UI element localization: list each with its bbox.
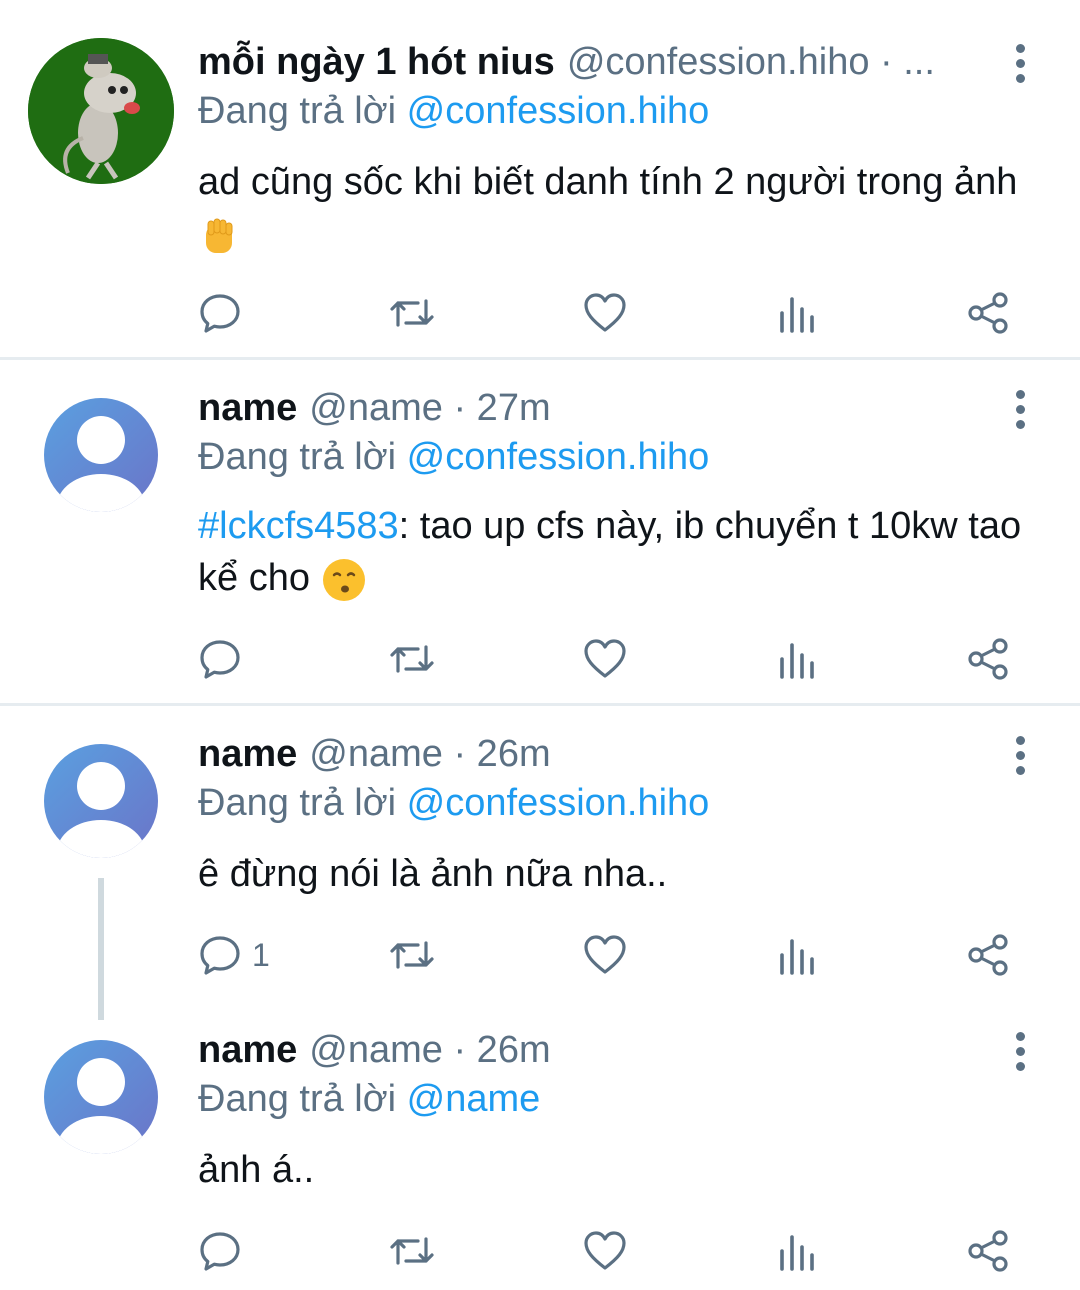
- retweet-button[interactable]: [386, 930, 438, 980]
- retweet-button[interactable]: [386, 288, 438, 338]
- retweet-icon: [390, 645, 434, 673]
- handle-and-time: @name · 27m: [309, 386, 551, 429]
- retweet-icon: [390, 1237, 434, 1265]
- more-options-button[interactable]: [1010, 1032, 1030, 1082]
- default-avatar-icon: [57, 762, 145, 858]
- more-vertical-icon: [1015, 390, 1025, 399]
- more-vertical-icon: [1015, 44, 1025, 53]
- display-name[interactable]: mỗi ngày 1 hót nius: [198, 41, 555, 84]
- tweet-3[interactable]: name @name · 26m Đang trả lời @confessio…: [0, 706, 1080, 1006]
- retweet-button[interactable]: [386, 1226, 438, 1276]
- heart-icon: [584, 639, 626, 678]
- more-options-button[interactable]: [1010, 390, 1030, 440]
- replying-label: Đang trả lời: [198, 436, 397, 478]
- replying-label: Đang trả lời: [198, 782, 397, 824]
- handle-and-time: @name · 26m: [309, 732, 551, 775]
- tweet-text: #lckcfs4583: tao up cfs này, ib chuyển t…: [198, 500, 1048, 604]
- avatar[interactable]: [44, 1040, 158, 1154]
- tweet-actions: [198, 1226, 1018, 1276]
- display-name[interactable]: name: [198, 387, 297, 430]
- tweet-text-content: ảnh á..: [198, 1149, 315, 1191]
- tweet-text-content: ad cũng sốc khi biết danh tính 2 người t…: [198, 161, 1018, 203]
- reply-button[interactable]: [198, 288, 252, 338]
- like-button[interactable]: [582, 288, 628, 338]
- analytics-button[interactable]: [776, 634, 816, 684]
- reply-icon: [200, 1232, 240, 1271]
- reply-icon: [200, 294, 240, 333]
- heart-icon: [584, 935, 626, 974]
- display-name[interactable]: name: [198, 733, 297, 776]
- replying-mention-link[interactable]: @confession.hiho: [407, 782, 710, 824]
- share-icon: [968, 292, 1008, 334]
- heart-icon: [584, 293, 626, 332]
- tweet-1[interactable]: mỗi ngày 1 hót nius @confession.hiho · .…: [0, 0, 1080, 358]
- reply-button[interactable]: [198, 1226, 252, 1276]
- replying-mention-link[interactable]: @confession.hiho: [407, 436, 710, 478]
- replying-to: Đang trả lời @confession.hiho: [198, 436, 709, 479]
- tweet-text: ad cũng sốc khi biết danh tính 2 người t…: [198, 156, 1048, 260]
- tweet-text-content: ê đừng nói là ảnh nữa nha..: [198, 853, 668, 895]
- avatar[interactable]: [44, 398, 158, 512]
- hashtag-link[interactable]: #lckcfs4583: [198, 505, 399, 547]
- replying-to: Đang trả lời @confession.hiho: [198, 90, 709, 133]
- tweet-text: ê đừng nói là ảnh nữa nha..: [198, 848, 1048, 900]
- default-avatar-icon: [57, 416, 145, 512]
- share-icon: [968, 638, 1008, 680]
- analytics-icon: [780, 939, 814, 975]
- analytics-button[interactable]: [776, 288, 816, 338]
- analytics-button[interactable]: [776, 930, 816, 980]
- display-name[interactable]: name: [198, 1029, 297, 1072]
- retweet-icon: [390, 941, 434, 969]
- more-options-button[interactable]: [1010, 44, 1030, 94]
- replying-to: Đang trả lời @confession.hiho: [198, 782, 709, 825]
- avatar[interactable]: [44, 744, 158, 858]
- tweet-header: mỗi ngày 1 hót nius @confession.hiho · .…: [198, 34, 998, 90]
- handle-and-time: @name · 26m: [309, 1028, 551, 1071]
- replying-mention-link[interactable]: @name: [407, 1078, 541, 1120]
- tweet-actions: [198, 288, 1018, 338]
- share-icon: [968, 934, 1008, 976]
- share-button[interactable]: [966, 288, 1010, 338]
- tweet-header: name @name · 27m: [198, 380, 998, 436]
- retweet-button[interactable]: [386, 634, 438, 684]
- rat-avatar-image: [28, 38, 174, 184]
- reply-icon: [200, 936, 240, 975]
- analytics-button[interactable]: [776, 1226, 816, 1276]
- analytics-icon: [780, 297, 814, 333]
- like-button[interactable]: [582, 930, 628, 980]
- analytics-icon: [780, 1235, 814, 1271]
- replying-mention-link[interactable]: @confession.hiho: [407, 90, 710, 132]
- more-vertical-icon: [1015, 1032, 1025, 1041]
- replying-to: Đang trả lời @name: [198, 1078, 540, 1121]
- share-icon: [968, 1230, 1008, 1272]
- tweet-4[interactable]: name @name · 26m Đang trả lời @name ảnh …: [0, 1002, 1080, 1290]
- more-options-button[interactable]: [1010, 736, 1030, 786]
- reply-button[interactable]: 1: [198, 930, 270, 980]
- share-button[interactable]: [966, 930, 1010, 980]
- share-button[interactable]: [966, 1226, 1010, 1276]
- reply-count: 1: [252, 936, 270, 973]
- default-avatar-icon: [57, 1058, 145, 1154]
- share-button[interactable]: [966, 634, 1010, 684]
- replying-label: Đang trả lời: [198, 90, 397, 132]
- handle-and-time: @confession.hiho · ...: [566, 40, 935, 83]
- tweet-actions: 1: [198, 930, 1018, 980]
- avatar[interactable]: [28, 38, 174, 184]
- tweet-actions: [198, 634, 1018, 684]
- reply-icon: [200, 640, 240, 679]
- tweet-header: name @name · 26m: [198, 1022, 998, 1078]
- reply-button[interactable]: [198, 634, 252, 684]
- replying-label: Đang trả lời: [198, 1078, 397, 1120]
- tweet-header: name @name · 26m: [198, 726, 998, 782]
- heart-icon: [584, 1231, 626, 1270]
- tweet-text: ảnh á..: [198, 1144, 1048, 1196]
- like-button[interactable]: [582, 634, 628, 684]
- tweet-2[interactable]: name @name · 27m Đang trả lời @confessio…: [0, 360, 1080, 703]
- kissing-face-emoji-icon: [322, 558, 365, 601]
- analytics-icon: [780, 643, 814, 679]
- retweet-icon: [390, 299, 434, 327]
- raised-fist-emoji-icon: [206, 218, 233, 253]
- like-button[interactable]: [582, 1226, 628, 1276]
- more-vertical-icon: [1015, 736, 1025, 745]
